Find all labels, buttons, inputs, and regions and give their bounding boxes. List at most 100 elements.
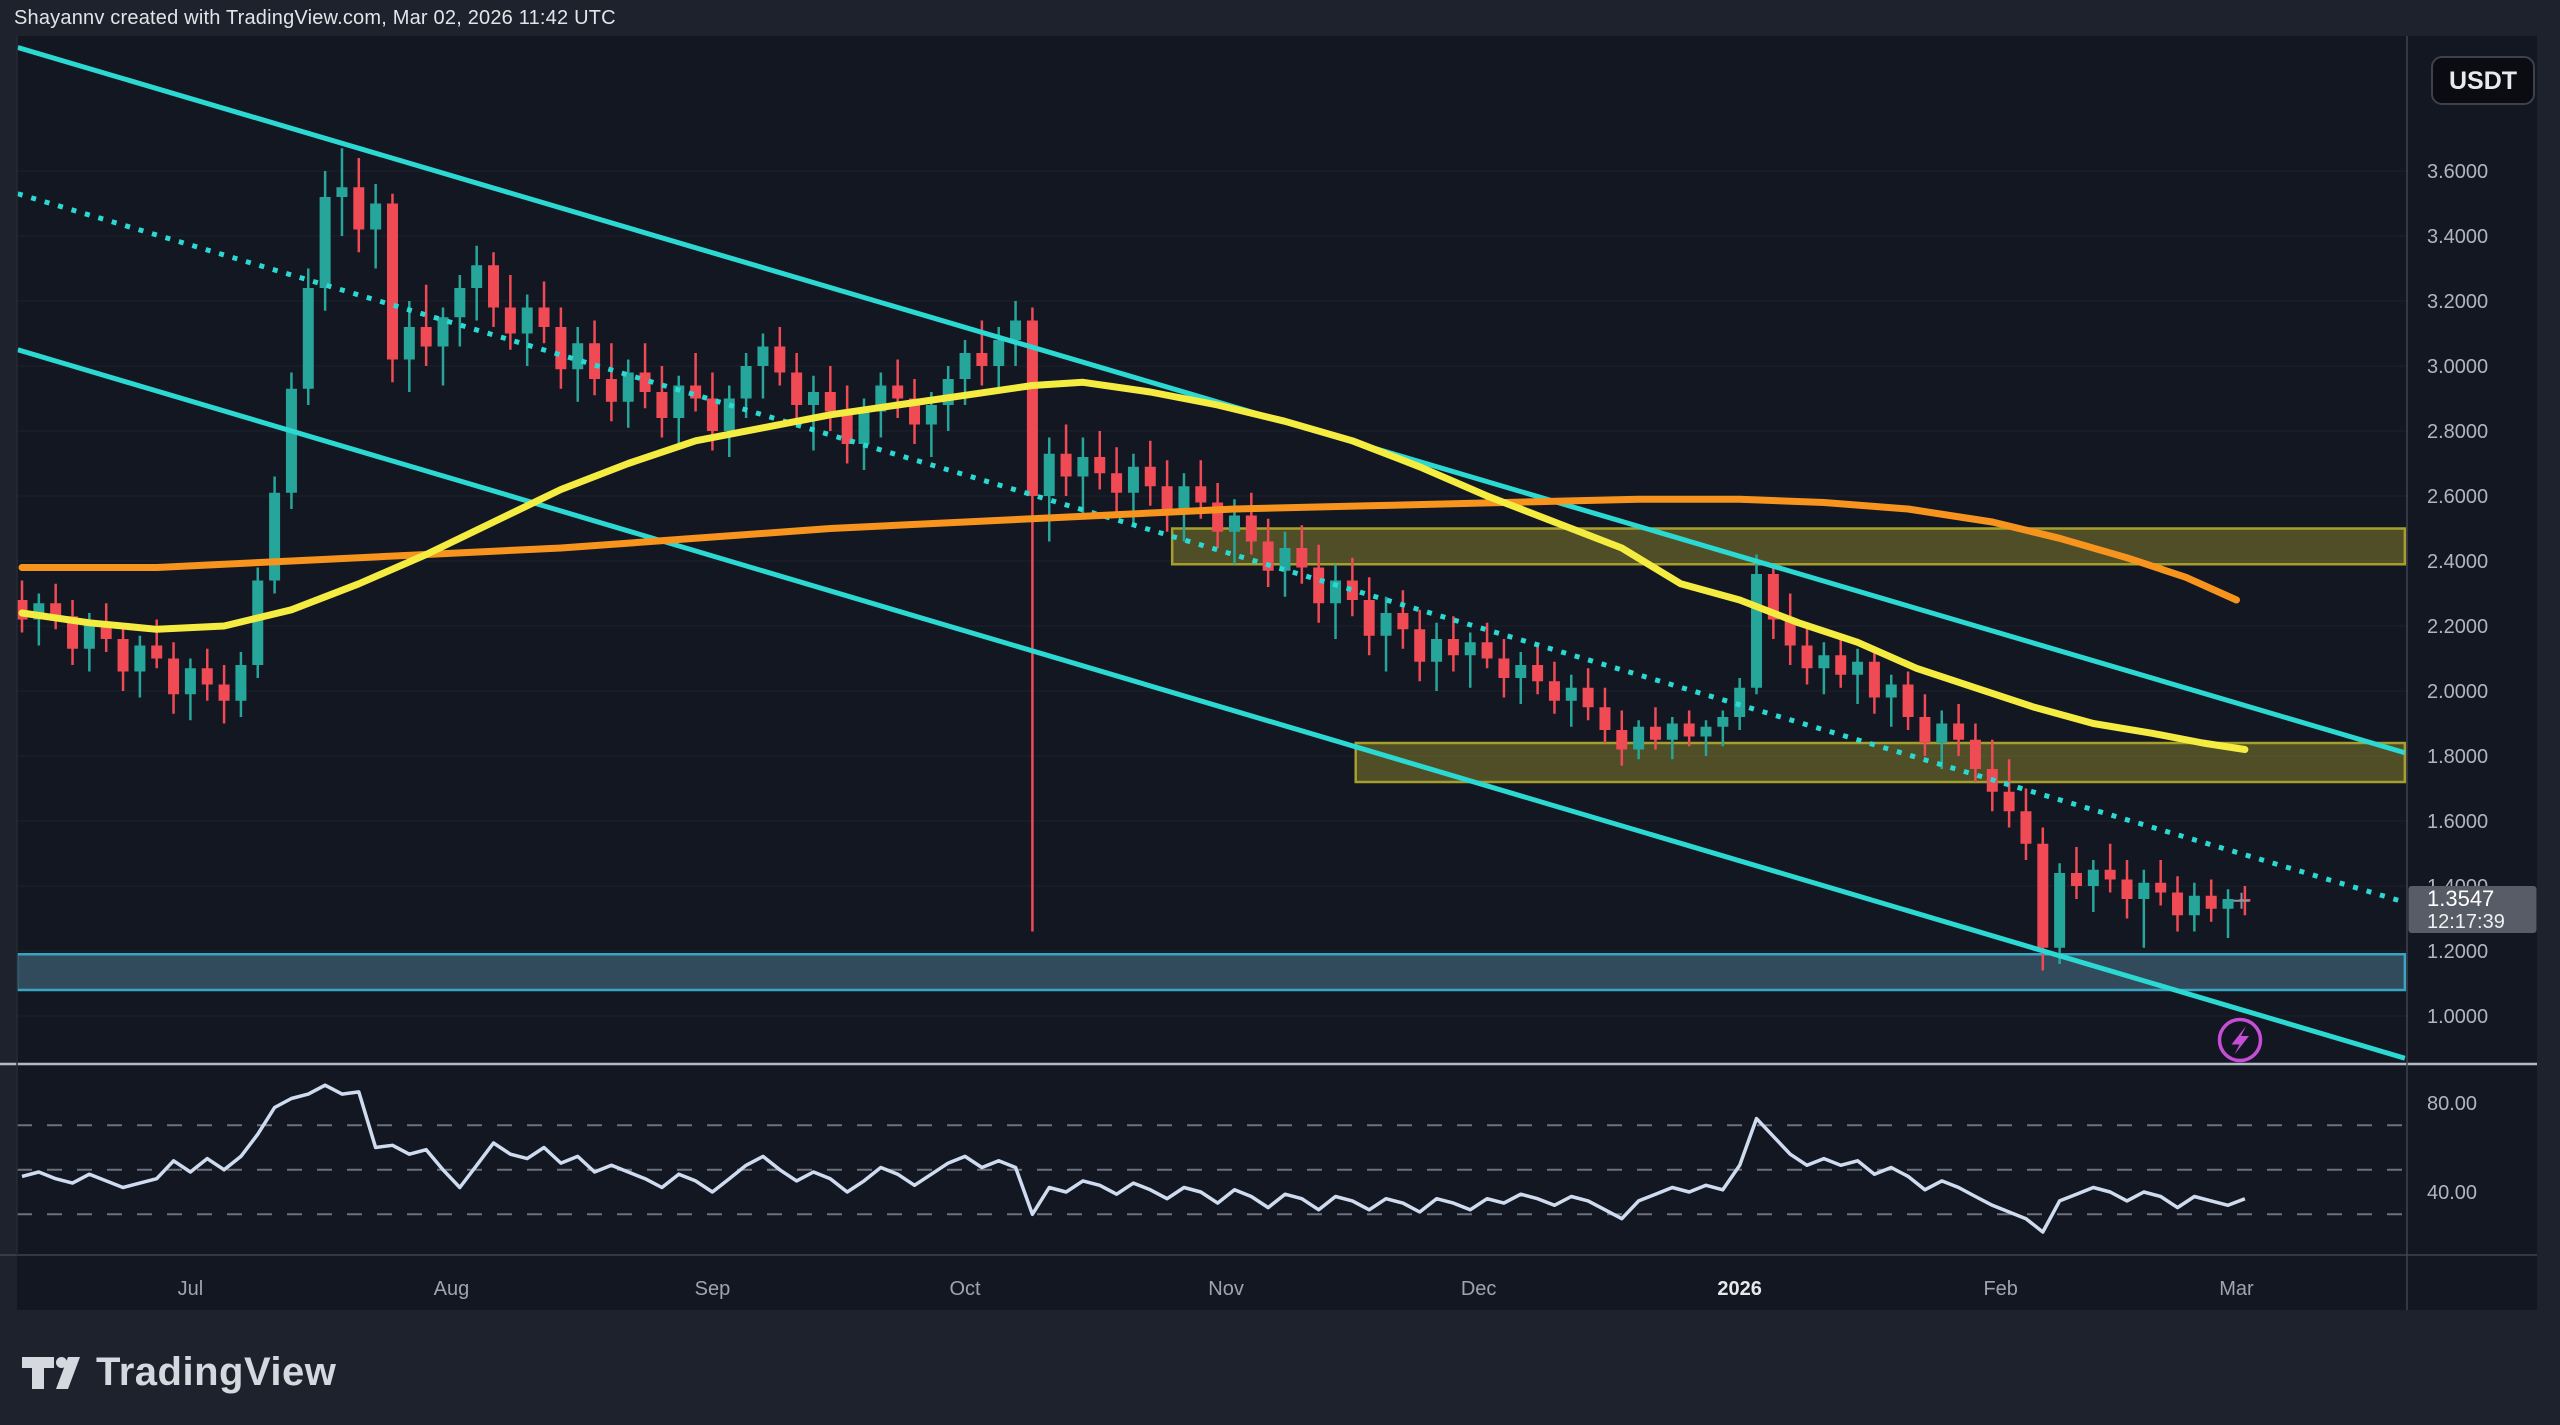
quote-currency-badge[interactable]: USDT [2432, 57, 2534, 104]
last-price-value: 1.3547 [2427, 886, 2494, 911]
chart-canvas[interactable]: 80.0040.00 3.60003.40003.20003.00002.800… [0, 0, 2560, 1425]
candle-body [2105, 870, 2116, 880]
time-tick-label: Dec [1461, 1278, 1497, 1300]
candle-body [202, 668, 213, 684]
time-tick-label: Sep [695, 1278, 731, 1300]
candle-body [1414, 629, 1425, 662]
candle-body [1869, 662, 1880, 698]
candle-body [774, 347, 785, 373]
resistance-zone-upper [1172, 529, 2405, 565]
candle-body [286, 389, 297, 493]
candle-body [1145, 467, 1156, 487]
candle-body [757, 347, 768, 367]
candle-body [1313, 568, 1324, 604]
candle-body [1667, 724, 1678, 740]
candle-body [2037, 844, 2048, 948]
candle-body [151, 646, 162, 659]
candle-body [623, 373, 634, 402]
candle-body [1919, 717, 1930, 743]
candle-body [1599, 707, 1610, 730]
candle-body [1061, 454, 1072, 477]
price-tick-label: 1.6000 [2427, 811, 2488, 833]
price-tick-label: 2.0000 [2427, 681, 2488, 703]
candle-body [219, 685, 230, 701]
last-price-badge: 1.3547 12:17:39 [2409, 886, 2537, 933]
candle-body [1246, 516, 1257, 542]
candle-body [2223, 899, 2234, 909]
candle-body [303, 288, 314, 389]
price-tick-label: 3.2000 [2427, 291, 2488, 313]
candle-body [421, 327, 432, 347]
candle-body [1751, 574, 1762, 688]
candle-body [1684, 724, 1695, 737]
candle-body [2138, 883, 2149, 899]
candle-body [724, 399, 735, 432]
candle-body [353, 187, 364, 229]
candle-body [370, 204, 381, 230]
candle-body [1802, 646, 1813, 669]
candle-body [488, 265, 499, 307]
candle-body [2206, 896, 2217, 909]
candle-body [859, 412, 870, 445]
support-zone-lower [17, 954, 2405, 990]
attribution-bar: Shayannv created with TradingView.com, M… [0, 0, 2560, 36]
candle-body [471, 265, 482, 288]
candle-body [1229, 516, 1240, 532]
time-tick-label: Aug [434, 1278, 470, 1300]
time-tick-label: Nov [1208, 1278, 1244, 1300]
candle-body [320, 197, 331, 288]
candle-body [134, 646, 145, 672]
candle-body [1195, 486, 1206, 502]
tradingview-logo-icon[interactable] [22, 1355, 80, 1391]
candle-body [2122, 880, 2133, 900]
candle-body [808, 392, 819, 405]
candle-body [1835, 655, 1846, 675]
candle-body [118, 639, 129, 672]
candle-body [1532, 665, 1543, 681]
candle-body [656, 392, 667, 418]
candle-body [505, 308, 516, 334]
price-tick-label: 3.0000 [2427, 356, 2488, 378]
time-tick-label: Oct [949, 1278, 981, 1300]
candle-body [252, 581, 263, 666]
candle-body [1128, 467, 1139, 493]
time-tick-label: Mar [2219, 1278, 2254, 1300]
candle-body [1498, 659, 1509, 679]
candle-body [1717, 717, 1728, 727]
candle-body [892, 386, 903, 399]
candle-body [2071, 873, 2082, 886]
candle-body [791, 373, 802, 406]
price-tick-label: 3.4000 [2427, 226, 2488, 248]
candle-body [185, 668, 196, 694]
price-tick-label: 1.8000 [2427, 746, 2488, 768]
candle-body [1431, 639, 1442, 662]
candle-body [960, 353, 971, 379]
price-tick-label: 2.8000 [2427, 421, 2488, 443]
candle-body [1077, 457, 1088, 477]
candle-body [1633, 727, 1644, 750]
candle-body [387, 204, 398, 360]
quote-currency-label: USDT [2449, 67, 2517, 95]
candle-body [976, 353, 987, 366]
candle-body [1482, 642, 1493, 658]
candle-body [1566, 688, 1577, 701]
candle-body [1970, 740, 1981, 769]
candle-body [1465, 642, 1476, 655]
candle-body [1953, 724, 1964, 740]
candle-body [1178, 486, 1189, 509]
candle-body [1549, 681, 1560, 701]
bar-countdown: 12:17:39 [2427, 911, 2505, 933]
candle-body [1094, 457, 1105, 473]
candle-body [606, 379, 617, 402]
price-tick-label: 1.0000 [2427, 1006, 2488, 1028]
candle-body [1852, 662, 1863, 675]
candle-body [1296, 548, 1307, 568]
tradingview-logo-text[interactable]: TradingView [96, 1350, 336, 1395]
candle-body [589, 343, 600, 379]
candle-body [1650, 727, 1661, 740]
candle-body [235, 665, 246, 701]
lightning-button[interactable] [2220, 1020, 2261, 1061]
candle-body [1886, 685, 1897, 698]
footer-bar: TradingView [0, 1320, 2560, 1425]
time-tick-label: Feb [1983, 1278, 2017, 1300]
